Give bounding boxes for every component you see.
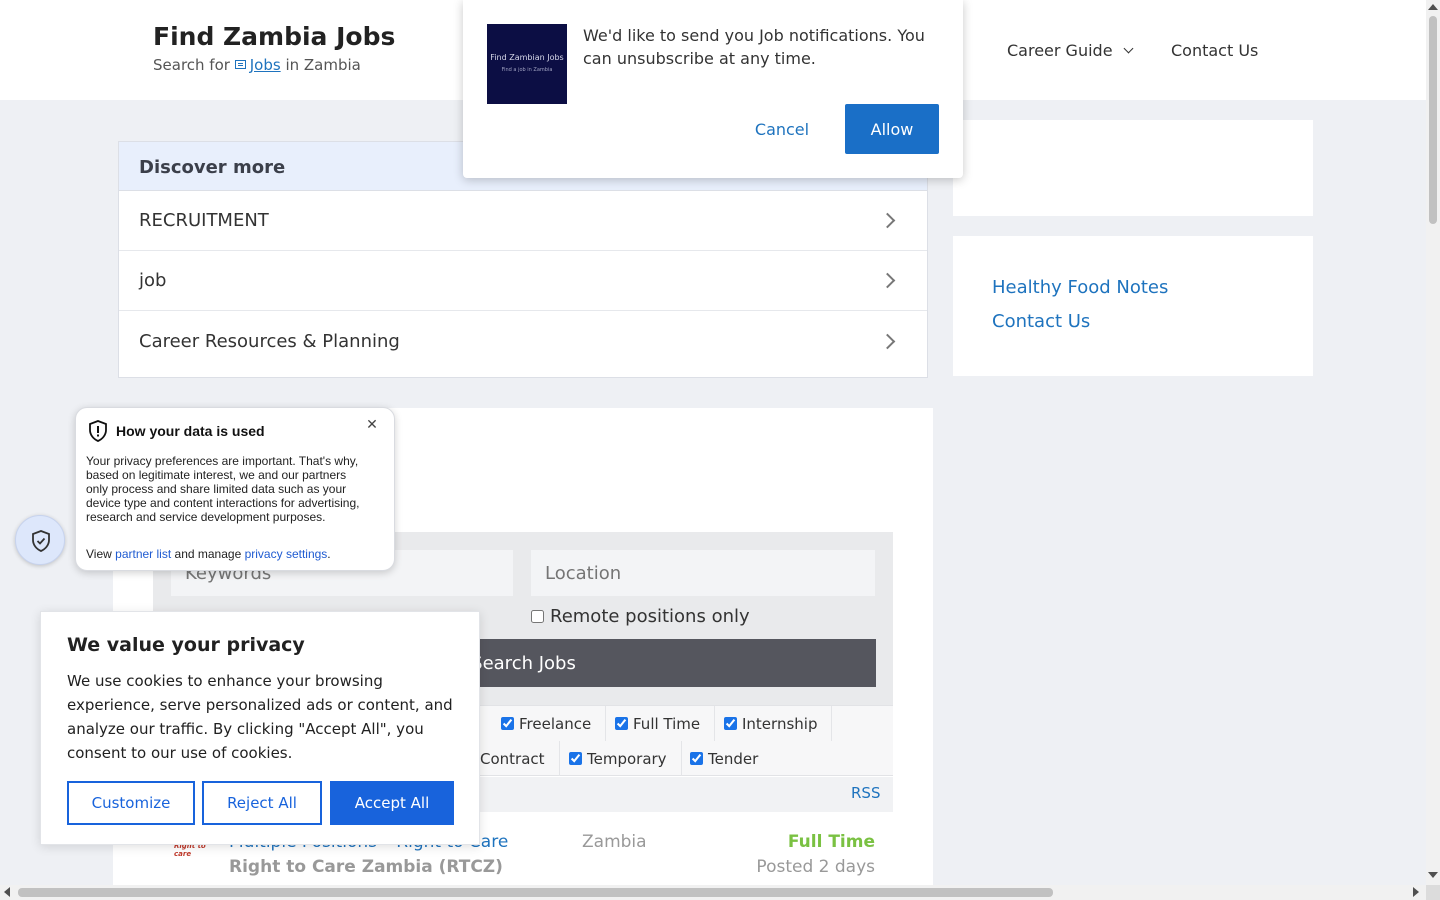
job-type-label: Full Time xyxy=(633,714,701,733)
location-input[interactable] xyxy=(531,550,875,596)
privacy-foot-mid: and manage xyxy=(174,547,242,561)
job-type-full-time[interactable]: Full Time xyxy=(601,706,716,741)
cookie-customize-button[interactable]: Customize xyxy=(67,781,195,825)
job-type-label: Contract xyxy=(480,749,545,768)
discover-item-recruitment[interactable]: RECRUITMENT xyxy=(119,191,927,251)
scrollbar-corner xyxy=(1426,885,1440,900)
nav-item-career-guide[interactable]: Career Guide xyxy=(1007,41,1133,60)
company-logo: Right to care xyxy=(174,842,206,858)
job-type-check[interactable] xyxy=(690,752,703,765)
scroll-left-arrow-icon[interactable] xyxy=(4,887,10,897)
privacy-shield-button[interactable] xyxy=(15,515,65,565)
notification-message: We'd like to send you Job notifications.… xyxy=(583,26,925,68)
job-type-label: Tender xyxy=(708,749,759,768)
cookie-title: We value your privacy xyxy=(67,634,305,656)
scroll-up-arrow-icon[interactable] xyxy=(1428,4,1438,10)
chevron-right-icon xyxy=(879,333,896,349)
privacy-foot-prefix: View xyxy=(86,547,112,561)
privacy-tooltip: How your data is used ✕ Your privacy pre… xyxy=(75,407,395,571)
discover-item-label: RECRUITMENT xyxy=(139,210,269,231)
sidebar-link-healthy-food-notes[interactable]: Healthy Food Notes xyxy=(992,277,1168,298)
job-type-internship[interactable]: Internship xyxy=(710,706,833,741)
site-tagline: Search for Jobs in Zambia xyxy=(153,56,361,74)
sidebar-widget-links: Healthy Food Notes Contact Us xyxy=(953,236,1313,376)
job-type-tender[interactable]: Tender xyxy=(676,741,772,776)
chevron-right-icon xyxy=(879,212,896,229)
notification-prompt: Find Zambian Jobs Find a job in Zambia W… xyxy=(463,0,963,178)
nav-career-label: Career Guide xyxy=(1007,41,1113,60)
privacy-tooltip-body: Your privacy preferences are important. … xyxy=(86,454,360,524)
chevron-down-icon xyxy=(1123,43,1133,54)
vertical-scrollbar-thumb[interactable] xyxy=(1429,16,1437,224)
job-type-check[interactable] xyxy=(615,717,628,730)
shield-alert-icon xyxy=(89,420,107,442)
remote-only-checkbox[interactable]: Remote positions only xyxy=(531,606,750,627)
job-type-label: Internship xyxy=(742,714,818,733)
remote-only-check[interactable] xyxy=(531,610,544,623)
cookie-consent-banner: We value your privacy We use cookies to … xyxy=(40,611,480,845)
site-title[interactable]: Find Zambia Jobs xyxy=(153,22,395,51)
rss-link[interactable]: RSS xyxy=(851,784,880,802)
job-type-check[interactable] xyxy=(501,717,514,730)
newspaper-icon xyxy=(234,60,246,69)
cookie-accept-all-button[interactable]: Accept All xyxy=(330,781,454,825)
job-location: Zambia xyxy=(582,832,647,852)
notification-logo: Find Zambian Jobs Find a job in Zambia xyxy=(487,24,567,104)
scroll-right-arrow-icon[interactable] xyxy=(1413,887,1419,897)
tagline-prefix: Search for xyxy=(153,56,230,74)
shield-check-icon xyxy=(32,530,50,552)
sidebar-widget-empty xyxy=(953,120,1313,216)
discover-item-career-resources[interactable]: Career Resources & Planning xyxy=(119,311,927,371)
remote-only-label: Remote positions only xyxy=(550,606,750,627)
sidebar-link-contact-us[interactable]: Contact Us xyxy=(992,311,1090,332)
job-type-freelance[interactable]: Freelance xyxy=(487,706,607,741)
nav-item-contact-us[interactable]: Contact Us xyxy=(1171,41,1258,60)
job-type-contract[interactable]: Contract xyxy=(466,741,560,776)
privacy-foot-end: . xyxy=(327,547,331,561)
cookie-reject-all-button[interactable]: Reject All xyxy=(202,781,322,825)
job-type-check[interactable] xyxy=(569,752,582,765)
chevron-right-icon xyxy=(879,272,896,289)
job-type-label: Freelance xyxy=(519,714,592,733)
partner-list-link[interactable]: partner list xyxy=(115,547,171,561)
job-type-label: Temporary xyxy=(587,749,667,768)
job-type-temporary[interactable]: Temporary xyxy=(555,741,682,776)
notification-allow-button[interactable]: Allow xyxy=(845,104,939,154)
notification-cancel-button[interactable]: Cancel xyxy=(738,104,826,154)
discover-item-label: Career Resources & Planning xyxy=(139,330,400,352)
scroll-down-arrow-icon[interactable] xyxy=(1428,872,1438,878)
privacy-tooltip-footer: View partner list and manage privacy set… xyxy=(86,547,331,561)
close-icon[interactable]: ✕ xyxy=(364,417,380,433)
privacy-tooltip-header: How your data is used xyxy=(88,420,265,442)
privacy-tooltip-title: How your data is used xyxy=(116,423,265,439)
notification-logo-title: Find Zambian Jobs xyxy=(490,53,564,62)
horizontal-scrollbar-thumb[interactable] xyxy=(18,888,1053,897)
tagline-jobs-link[interactable]: Jobs xyxy=(250,56,281,74)
discover-item-label: job xyxy=(139,270,167,291)
privacy-settings-link[interactable]: privacy settings xyxy=(245,547,328,561)
cookie-body: We use cookies to enhance your browsing … xyxy=(67,672,453,762)
notification-logo-subtitle: Find a job in Zambia xyxy=(501,67,553,73)
tagline-suffix: in Zambia xyxy=(285,56,361,74)
job-posted-date: Posted 2 days xyxy=(756,857,875,877)
job-company: Right to Care Zambia (RTCZ) xyxy=(229,857,503,877)
job-type-badge: Full Time xyxy=(787,832,875,852)
job-type-check[interactable] xyxy=(724,717,737,730)
discover-item-job[interactable]: job xyxy=(119,251,927,311)
